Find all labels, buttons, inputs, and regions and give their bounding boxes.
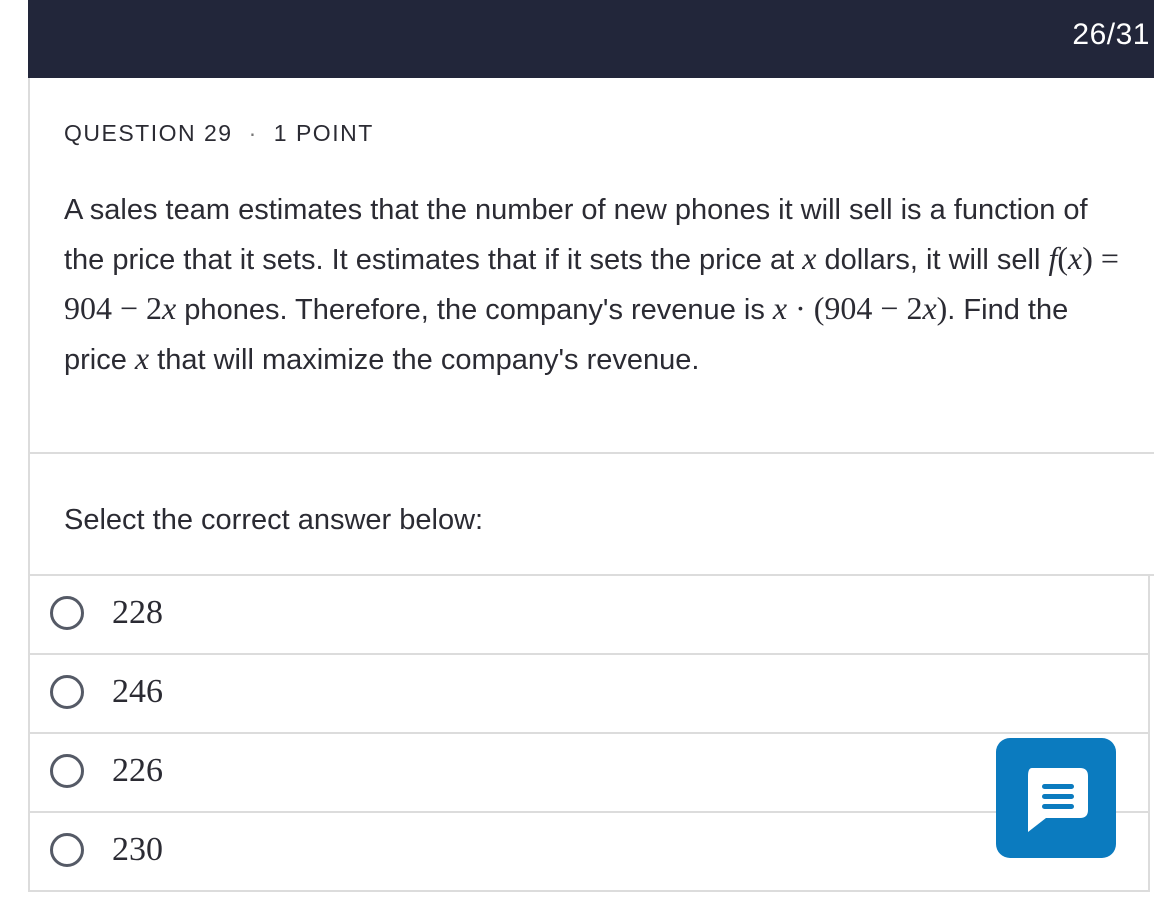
answer-instruction: Select the correct answer below: [64, 504, 484, 536]
answer-options: 228 246 226 230 [28, 576, 1150, 892]
answer-option[interactable]: 226 [28, 734, 1150, 813]
top-bar: 26/31 [28, 0, 1154, 78]
chat-bubble-icon [1028, 768, 1088, 832]
math-var-x: x [802, 240, 817, 276]
question-panel: QUESTION 29 · 1 POINT A sales team estimat… [28, 78, 1154, 454]
question-progress: 26/31 [1072, 18, 1150, 51]
option-label: 226 [112, 752, 163, 789]
option-label: 246 [112, 673, 163, 710]
math-revenue: x · (904 − 2x) [772, 290, 948, 326]
option-label: 230 [112, 831, 163, 868]
math-var-x: x [134, 340, 150, 376]
radio-button[interactable] [50, 833, 84, 867]
answer-instruction-panel: Select the correct answer below: [28, 454, 1154, 576]
answer-option[interactable]: 230 [28, 813, 1150, 892]
option-label: 228 [112, 594, 163, 631]
question-number: QUESTION 29 [64, 120, 233, 146]
meta-separator: · [248, 120, 258, 146]
chat-button[interactable] [996, 738, 1116, 858]
question-points: 1 POINT [273, 120, 374, 146]
radio-button[interactable] [50, 675, 84, 709]
question-text-part: that will maximize the company's revenue… [149, 344, 700, 376]
question-text-part: dollars, it will sell [816, 244, 1049, 276]
question-meta: QUESTION 29 · 1 POINT [64, 120, 374, 147]
question-text: A sales team estimates that the number o… [64, 186, 1134, 384]
answer-option[interactable]: 246 [28, 655, 1150, 734]
radio-button[interactable] [50, 754, 84, 788]
radio-button[interactable] [50, 596, 84, 630]
question-text-part: phones. Therefore, the company's revenue… [176, 294, 773, 326]
answer-option[interactable]: 228 [28, 576, 1150, 655]
